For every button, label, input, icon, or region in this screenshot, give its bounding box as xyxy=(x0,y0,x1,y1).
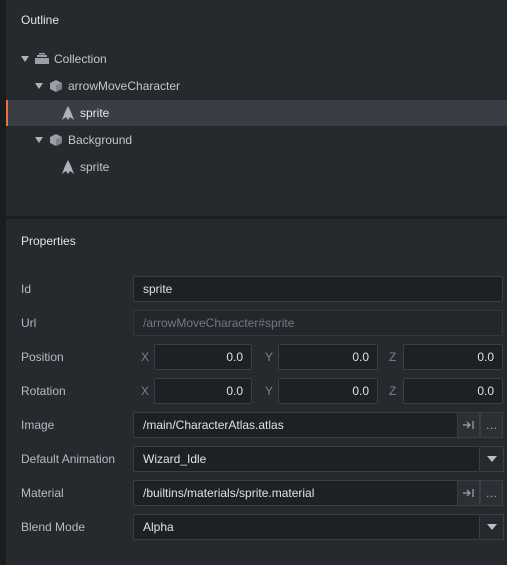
tree-item-arrowmovecharacter[interactable]: arrowMoveCharacter xyxy=(6,73,507,99)
position-x-label: X xyxy=(141,350,150,364)
rotation-label: Rotation xyxy=(21,384,66,398)
rotation-x-field[interactable]: 0.0 xyxy=(154,378,252,404)
outline-panel: Outline Collection arrowMoveCharacter sp… xyxy=(6,0,507,216)
rotation-z-label: Z xyxy=(389,384,397,398)
position-z-label: Z xyxy=(389,350,397,364)
expand-arrow-icon[interactable] xyxy=(20,54,30,64)
material-label: Material xyxy=(21,486,64,500)
rotation-x-label: X xyxy=(141,384,150,398)
tree-item-label: sprite xyxy=(80,160,110,174)
tree-item-sprite[interactable]: sprite xyxy=(6,154,507,180)
sprite-icon xyxy=(61,106,75,120)
tree-item-label: Collection xyxy=(54,52,107,66)
browse-button[interactable]: … xyxy=(480,412,503,438)
goto-icon[interactable] xyxy=(457,412,480,438)
expand-arrow-icon[interactable] xyxy=(34,135,44,145)
image-field[interactable]: /main/CharacterAtlas.atlas xyxy=(133,412,458,438)
url-label: Url xyxy=(21,316,37,330)
rotation-y-field[interactable]: 0.0 xyxy=(278,378,378,404)
rotation-y-label: Y xyxy=(265,384,274,398)
position-y-field[interactable]: 0.0 xyxy=(278,344,378,370)
id-label: Id xyxy=(21,282,32,296)
image-label: Image xyxy=(21,418,55,432)
position-x-field[interactable]: 0.0 xyxy=(154,344,252,370)
selection-accent xyxy=(6,100,8,126)
tree-item-label: Background xyxy=(68,133,133,147)
tree-item-collection[interactable]: Collection xyxy=(6,46,507,72)
gameobject-icon xyxy=(49,79,63,93)
url-field: /arrowMoveCharacter#sprite xyxy=(133,310,503,336)
goto-icon[interactable] xyxy=(457,480,480,506)
chevron-down-icon[interactable] xyxy=(480,446,504,472)
rotation-z-field[interactable]: 0.0 xyxy=(403,378,503,404)
browse-button[interactable]: … xyxy=(480,480,503,506)
tree-item-label: arrowMoveCharacter xyxy=(68,79,181,93)
chevron-down-icon[interactable] xyxy=(480,514,504,540)
material-field[interactable]: /builtins/materials/sprite.material xyxy=(133,480,458,506)
tree-item-background[interactable]: Background xyxy=(6,127,507,153)
blend-mode-label: Blend Mode xyxy=(21,520,86,534)
properties-title: Properties xyxy=(21,234,76,248)
blend-mode-select[interactable]: Alpha xyxy=(133,514,480,540)
gameobject-icon xyxy=(49,133,63,147)
position-y-label: Y xyxy=(265,350,274,364)
default-animation-select[interactable]: Wizard_Idle xyxy=(133,446,480,472)
outline-title: Outline xyxy=(21,13,60,27)
position-z-field[interactable]: 0.0 xyxy=(403,344,503,370)
collection-icon xyxy=(35,52,49,66)
position-label: Position xyxy=(21,350,64,364)
properties-panel: Properties Id sprite Url /arrowMoveChara… xyxy=(6,219,507,565)
id-field[interactable]: sprite xyxy=(133,276,503,302)
expand-arrow-icon[interactable] xyxy=(34,81,44,91)
default-animation-label: Default Animation xyxy=(21,452,116,466)
sprite-icon xyxy=(61,160,75,174)
tree-item-label: sprite xyxy=(80,106,110,120)
tree-item-sprite-selected[interactable]: sprite xyxy=(6,100,507,126)
